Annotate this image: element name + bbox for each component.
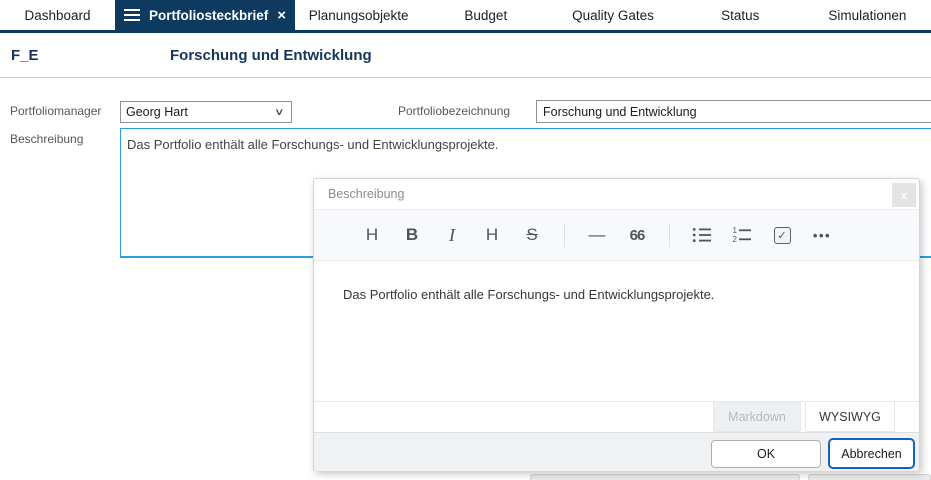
- toolbar-divider: [669, 223, 670, 247]
- ok-button[interactable]: OK: [711, 440, 821, 468]
- portfoliomanager-label: Portfoliomanager: [10, 104, 102, 118]
- editor-mode-switch-row: Markdown WYSIWYG: [314, 401, 919, 432]
- dialog-footer: OK Abbrechen: [314, 432, 919, 471]
- portfoliobezeichnung-input[interactable]: [536, 100, 931, 123]
- tab-label: Quality Gates: [572, 7, 654, 23]
- top-tab-bar: Dashboard Portfoliosteckbrief × Planungs…: [0, 0, 931, 30]
- beschreibung-text: Das Portfolio enthält alle Forschungs- u…: [127, 137, 499, 152]
- portfoliobezeichnung-label: Portfoliobezeichnung: [398, 104, 511, 118]
- tab-budget[interactable]: Budget: [422, 0, 549, 30]
- tab-label: Portfoliosteckbrief: [148, 7, 269, 23]
- mode-tab-markdown[interactable]: Markdown: [713, 402, 801, 432]
- ordered-list-icon[interactable]: 1 2: [728, 218, 756, 252]
- tab-label: Dashboard: [24, 7, 91, 23]
- tab-label: Planungsobjekte: [308, 7, 409, 23]
- dialog-close-icon[interactable]: x: [892, 183, 916, 207]
- strikethrough-icon[interactable]: S: [518, 218, 546, 252]
- chevron-down-icon: ∨: [273, 106, 285, 118]
- tab-portfoliosteckbrief[interactable]: Portfoliosteckbrief ×: [115, 0, 295, 30]
- dialog-title: Beschreibung: [328, 187, 405, 201]
- page-header: F_E Forschung und Entwicklung: [0, 33, 931, 78]
- tab-status[interactable]: Status: [677, 0, 804, 30]
- tab-planungsobjekte[interactable]: Planungsobjekte: [295, 0, 422, 30]
- bullet-list-icon[interactable]: [688, 218, 716, 252]
- more-options-icon[interactable]: •••: [808, 218, 836, 252]
- portfoliomanager-select[interactable]: Georg Hart ∨: [120, 101, 292, 123]
- app-window: Dashboard Portfoliosteckbrief × Planungs…: [0, 0, 931, 480]
- close-tab-icon[interactable]: ×: [277, 8, 286, 23]
- toolbar-divider: [564, 223, 565, 247]
- editor-content-area[interactable]: Das Portfolio enthält alle Forschungs- u…: [314, 262, 919, 401]
- svg-text:2: 2: [733, 235, 738, 244]
- task-list-icon[interactable]: ✓: [768, 218, 796, 252]
- beschreibung-label: Beschreibung: [10, 132, 84, 146]
- checked-checkbox-icon: ✓: [773, 226, 791, 244]
- tab-quality-gates[interactable]: Quality Gates: [549, 0, 676, 30]
- page-title: Forschung und Entwicklung: [170, 46, 372, 64]
- editor-text: Das Portfolio enthält alle Forschungs- u…: [343, 287, 715, 302]
- hamburger-menu-icon[interactable]: [123, 9, 140, 21]
- tab-label: Status: [721, 7, 760, 23]
- blockquote-icon[interactable]: 66: [623, 218, 651, 252]
- heading-alt-icon[interactable]: H: [478, 218, 506, 252]
- dialog-header: Beschreibung x: [314, 179, 919, 209]
- horizontal-rule-icon[interactable]: —: [583, 218, 611, 252]
- mode-tab-wysiwyg[interactable]: WYSIWYG: [805, 402, 895, 432]
- portfolio-code: F_E: [11, 46, 39, 64]
- svg-text:1: 1: [733, 226, 738, 235]
- tab-label: Simulationen: [828, 7, 907, 23]
- bold-icon[interactable]: B: [398, 218, 426, 252]
- tab-dashboard[interactable]: Dashboard: [0, 0, 115, 30]
- tab-simulationen[interactable]: Simulationen: [804, 0, 931, 30]
- tab-label: Budget: [464, 7, 508, 23]
- heading-icon[interactable]: H: [358, 218, 386, 252]
- editor-mode-tabs: Markdown WYSIWYG: [713, 402, 895, 432]
- portfoliomanager-value: Georg Hart: [126, 105, 188, 119]
- background-element: [808, 474, 931, 480]
- italic-icon[interactable]: I: [438, 218, 466, 252]
- cancel-button[interactable]: Abbrechen: [828, 438, 915, 469]
- beschreibung-editor-dialog: Beschreibung x H B I H S — 66 1 2 ✓ ••• …: [313, 178, 920, 471]
- editor-toolbar: H B I H S — 66 1 2 ✓ •••: [314, 209, 919, 261]
- background-element: [530, 474, 800, 480]
